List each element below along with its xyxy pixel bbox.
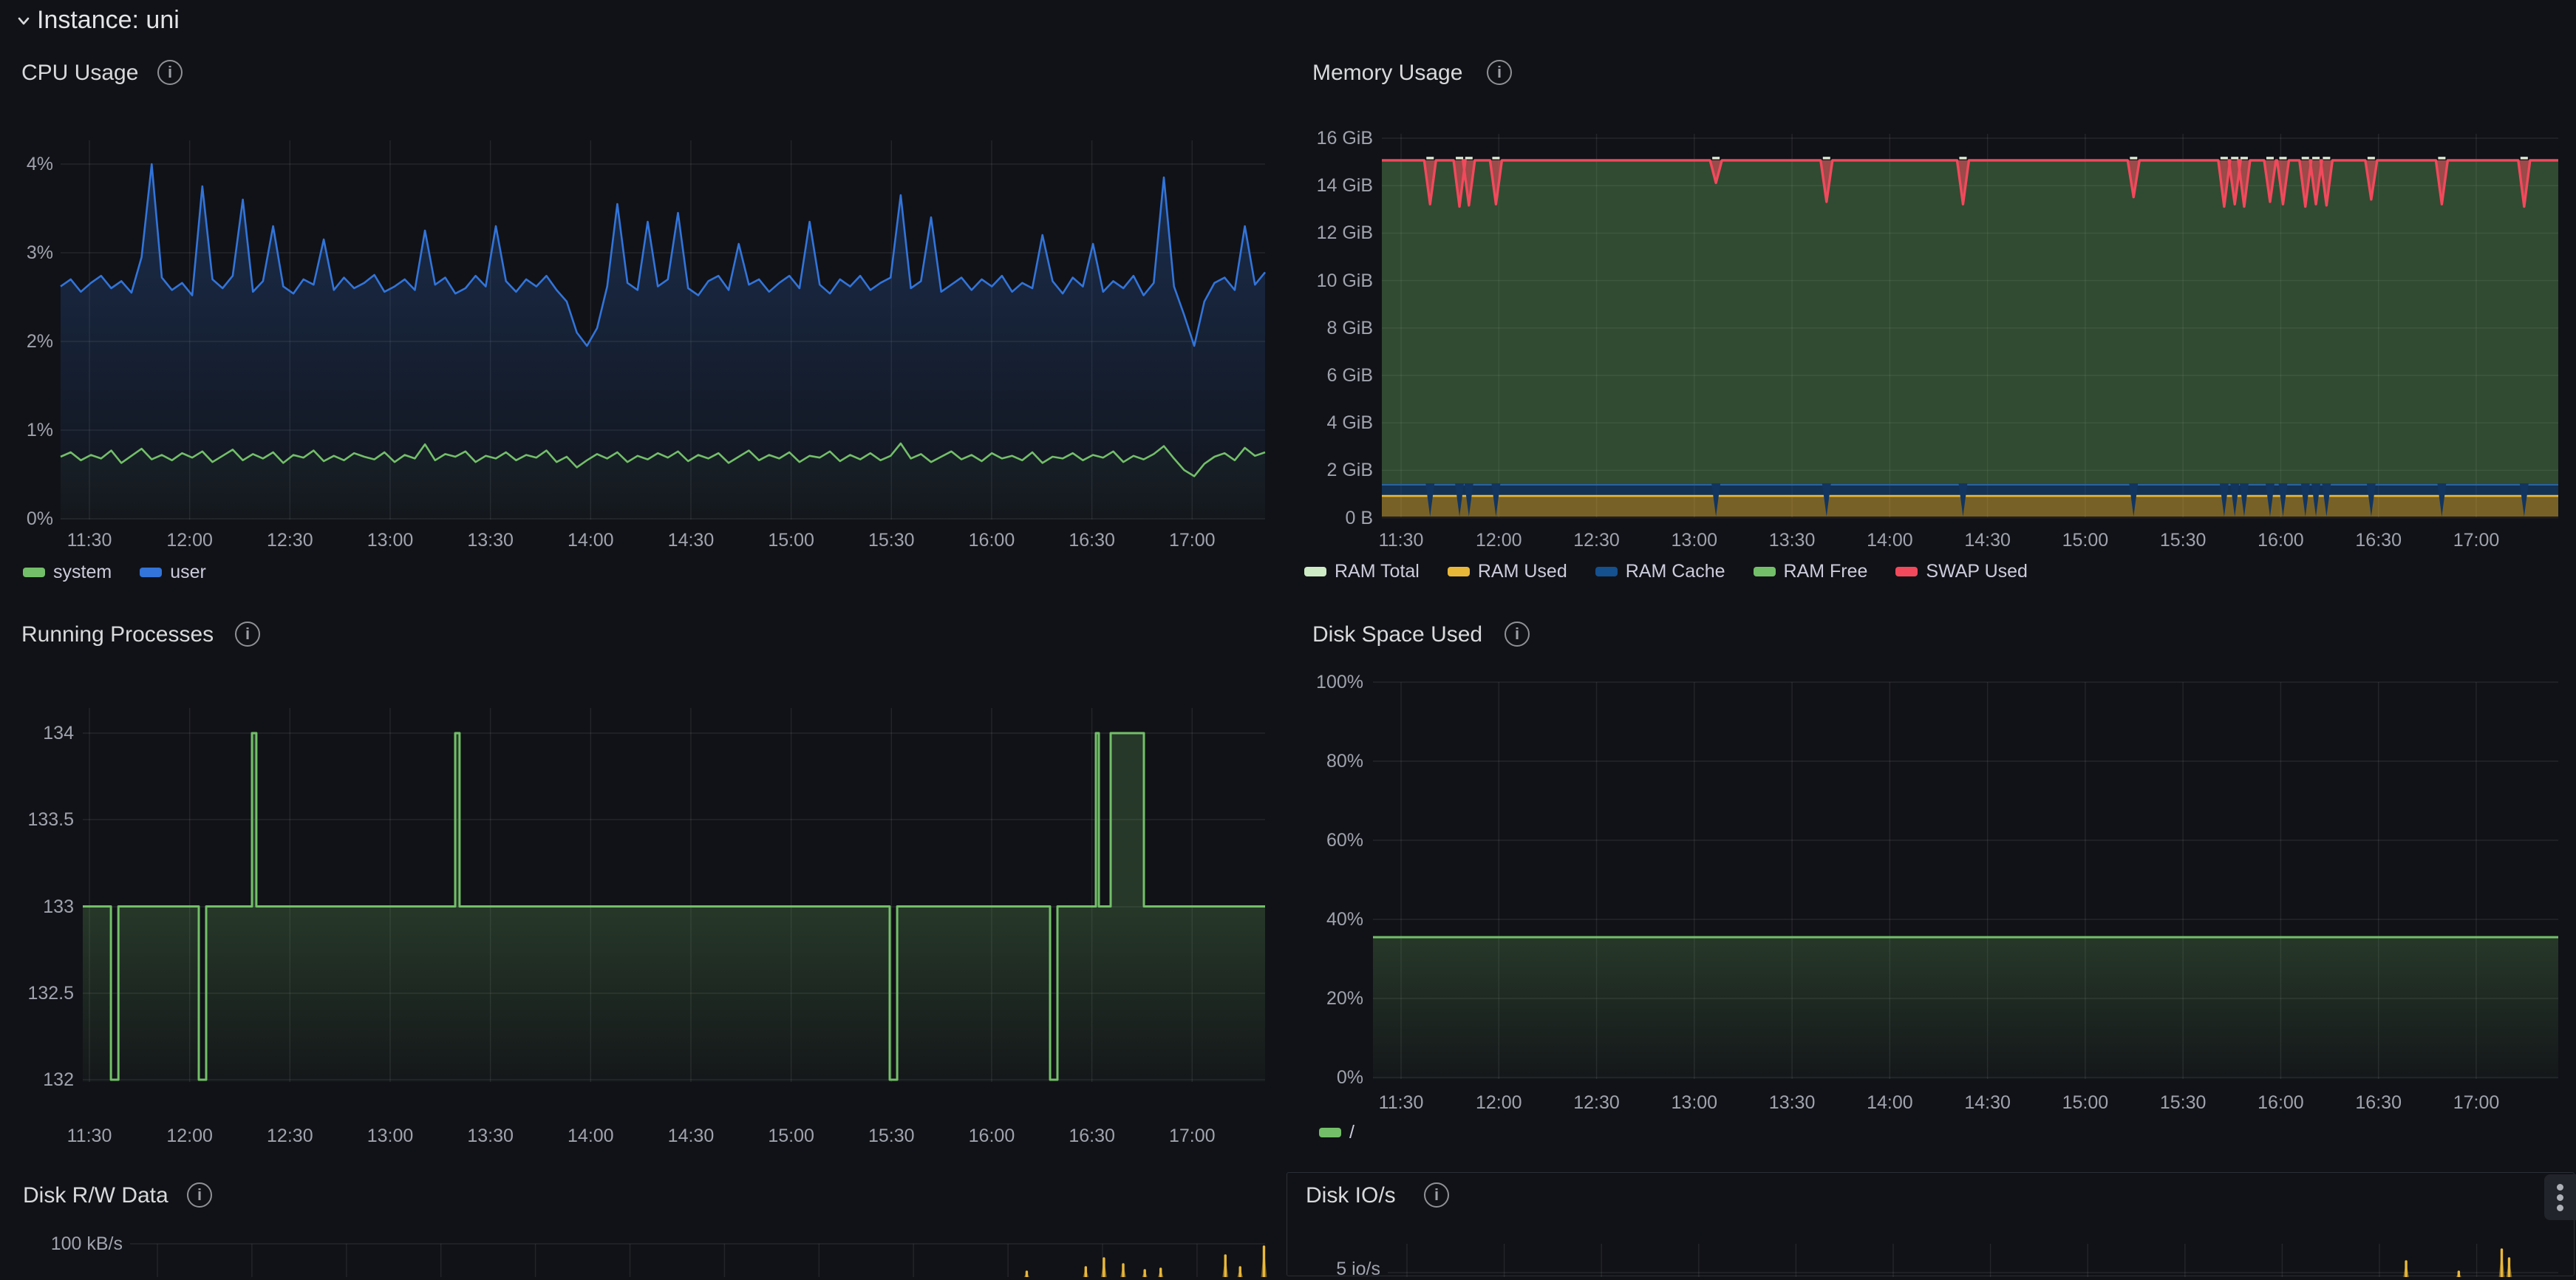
panel-title-memory-usage: Memory Usage (1312, 61, 1462, 86)
panel-title-disk-io: Disk IO/s (1306, 1183, 1396, 1208)
legend-swatch (23, 568, 45, 577)
y-tick-label: 100 kB/s (0, 1233, 123, 1255)
y-tick-label: 133 (0, 896, 74, 918)
legend-item-user[interactable]: user (140, 562, 206, 583)
legend-item-ram-free[interactable]: RAM Free (1754, 561, 1868, 582)
legend-item-system[interactable]: system (23, 562, 112, 583)
cpu-chart[interactable] (58, 136, 1270, 523)
y-tick-label: 2% (0, 330, 53, 353)
x-tick-label: 17:00 (1133, 1125, 1251, 1147)
legend-swatch (1448, 567, 1470, 576)
legend-swatch (1754, 567, 1776, 576)
y-tick-label: 133.5 (0, 808, 74, 831)
legend-label: RAM Total (1335, 561, 1420, 582)
panel-title-running-processes: Running Processes (21, 622, 214, 647)
x-tick-label: 17:00 (1133, 529, 1251, 551)
panel-title-disk-space-used: Disk Space Used (1312, 622, 1482, 647)
panel-title-cpu-usage: CPU Usage (21, 61, 138, 86)
legend-label: / (1349, 1122, 1355, 1143)
legend-label: RAM Used (1478, 561, 1567, 582)
x-tick-label: 17:00 (2417, 1092, 2535, 1114)
y-tick-label: 100% (1193, 671, 1363, 693)
legend-swatch (1319, 1128, 1341, 1137)
legend-swatch (1895, 567, 1918, 576)
row-title[interactable]: Instance: uni (37, 6, 180, 35)
mem-legend: RAM Total RAM Used RAM Cache RAM Free SWAP U… (1304, 559, 2028, 584)
info-icon[interactable]: i (1424, 1182, 1449, 1208)
mem-chart[interactable] (1377, 127, 2563, 522)
drw-chart[interactable] (127, 1239, 1270, 1277)
info-icon[interactable]: i (157, 60, 183, 85)
legend-label: user (170, 562, 206, 583)
legend-swatch (1595, 567, 1618, 576)
info-icon[interactable]: i (187, 1182, 212, 1208)
dashboard: { "header": { "row_title": "Instance: un… (0, 0, 2576, 1277)
legend-item-ram-used[interactable]: RAM Used (1448, 561, 1567, 582)
legend-swatch (140, 568, 162, 577)
legend-item--[interactable]: / (1319, 1122, 1355, 1143)
y-tick-label: 4% (0, 153, 53, 175)
info-icon[interactable]: i (1505, 622, 1530, 647)
legend-swatch (1304, 567, 1326, 576)
legend-item-ram-cache[interactable]: RAM Cache (1595, 561, 1725, 582)
legend-label: SWAP Used (1926, 561, 2028, 582)
info-icon[interactable]: i (1487, 60, 1512, 85)
y-tick-label: 3% (0, 242, 53, 264)
panel-title-disk-rw-data: Disk R/W Data (23, 1183, 168, 1208)
legend-label: RAM Cache (1626, 561, 1725, 582)
legend-item-swap-used[interactable]: SWAP Used (1895, 561, 2028, 582)
cpu-legend: system user (23, 559, 206, 585)
y-tick-label: 132.5 (0, 982, 74, 1004)
legend-label: RAM Free (1784, 561, 1868, 582)
ds-legend: / (1319, 1120, 1355, 1145)
y-tick-label: 134 (0, 722, 74, 744)
y-tick-label: 132 (0, 1069, 74, 1091)
legend-label: system (53, 562, 112, 583)
legend-item-ram-total[interactable]: RAM Total (1304, 561, 1420, 582)
y-tick-label: 0% (0, 508, 53, 530)
panel-menu-kebab-icon[interactable] (2544, 1174, 2576, 1220)
rp-chart[interactable] (78, 703, 1270, 1086)
ds-chart[interactable] (1369, 677, 2563, 1082)
dio-chart[interactable] (1385, 1239, 2563, 1277)
x-tick-label: 17:00 (2417, 529, 2535, 551)
y-tick-label: 1% (0, 419, 53, 441)
info-icon[interactable]: i (235, 622, 260, 647)
chevron-down-icon[interactable] (15, 12, 33, 30)
